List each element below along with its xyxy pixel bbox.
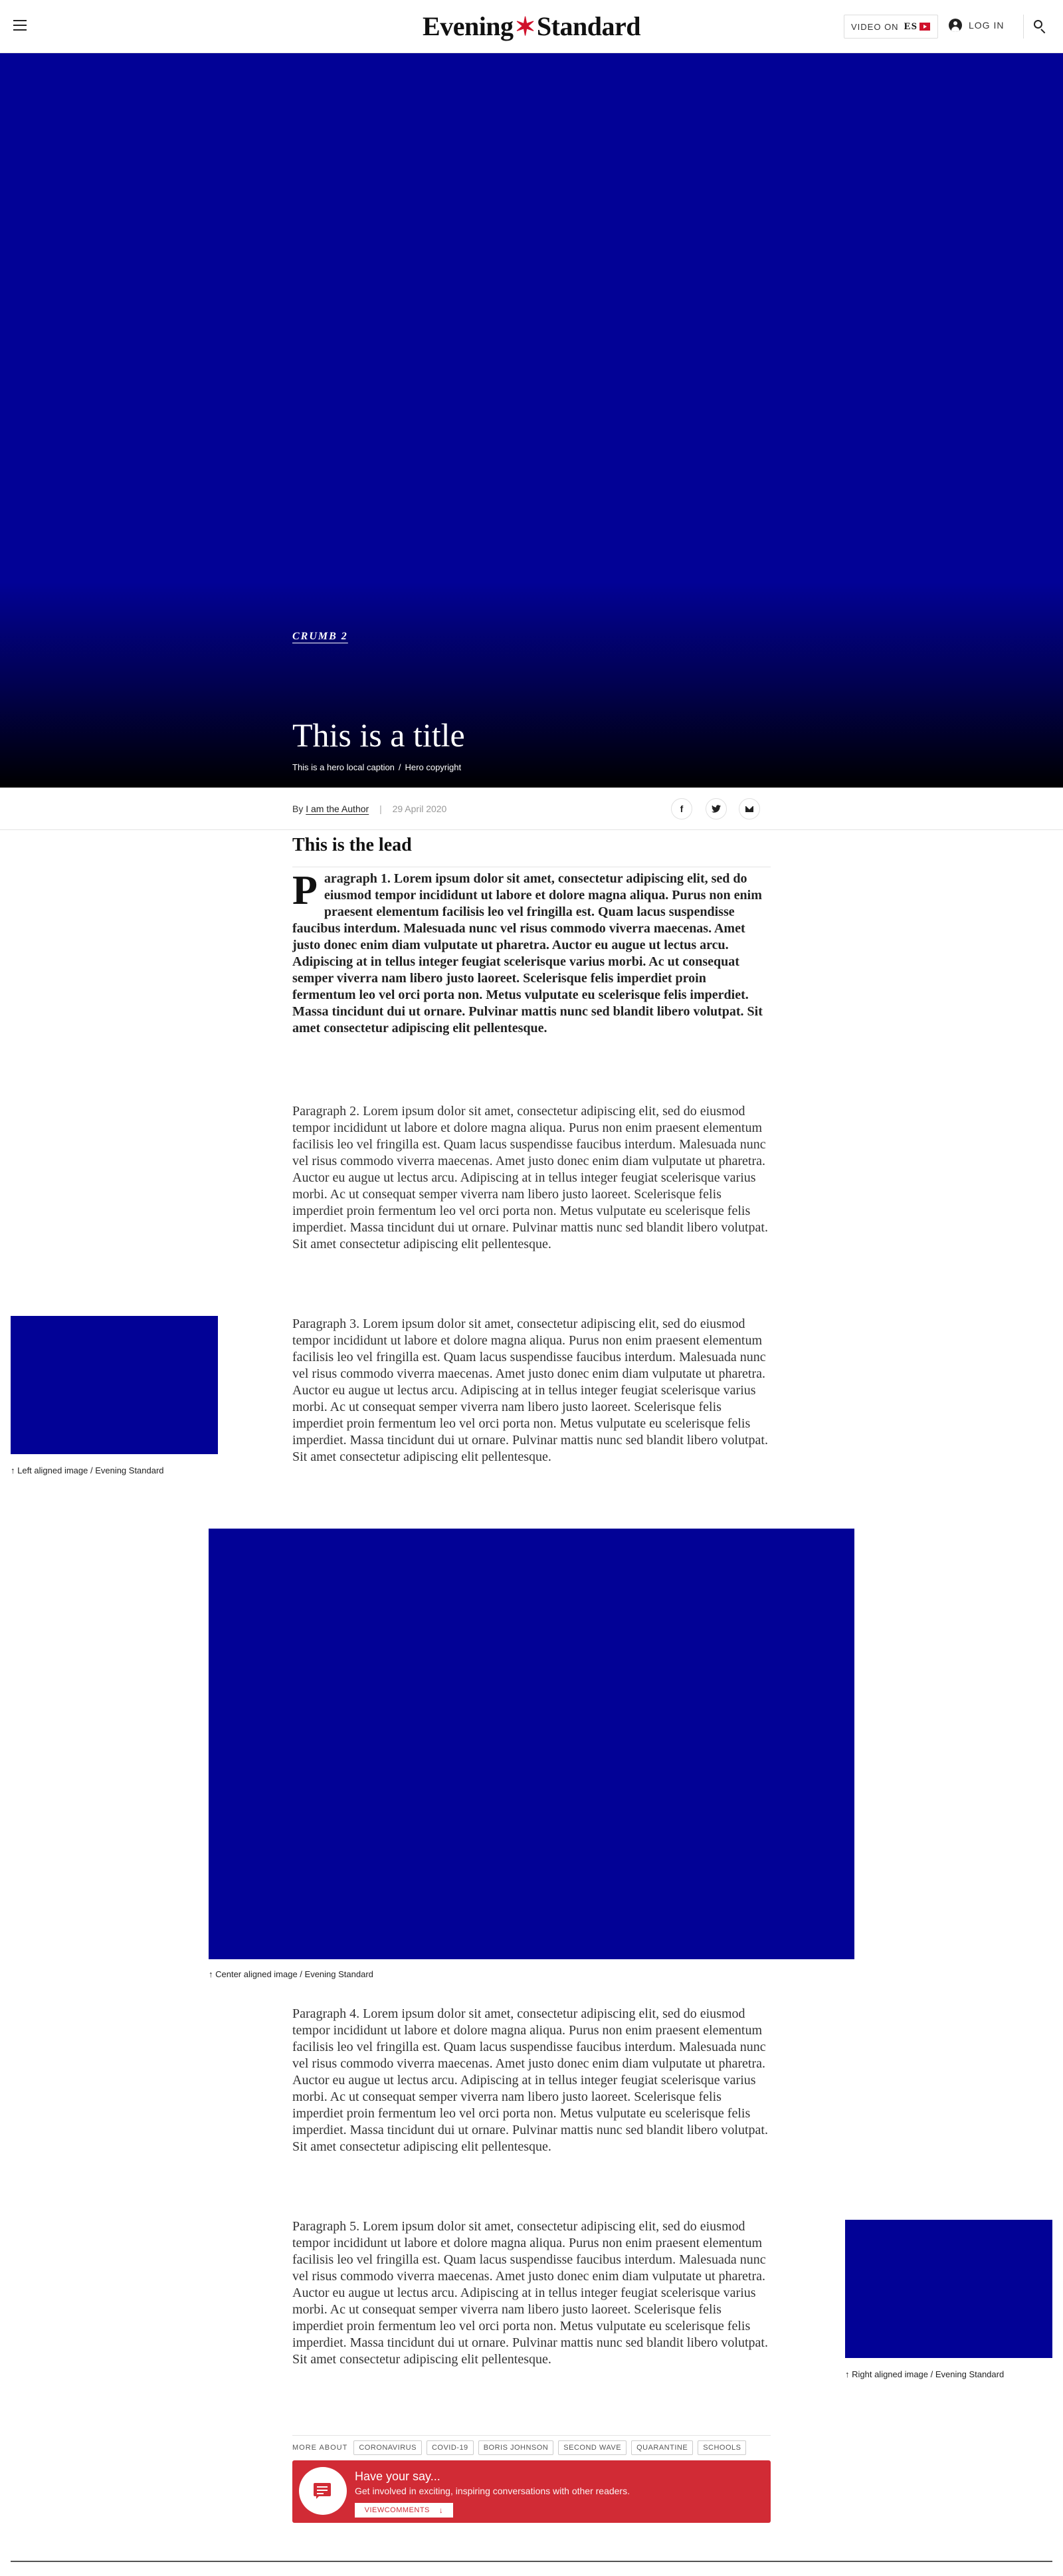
- paragraph-2: Paragraph 2. Lorem ipsum dolor sit amet,…: [292, 1104, 768, 1251]
- tag-covid-19[interactable]: COVID-19: [426, 2440, 474, 2455]
- es-brand: ES: [904, 21, 918, 32]
- paragraph-5: Paragraph 5. Lorem ipsum dolor sit amet,…: [292, 2219, 768, 2367]
- hamburger-menu-icon[interactable]: [13, 20, 29, 33]
- left-aligned-image: [11, 1316, 218, 1454]
- facebook-share-button[interactable]: f: [671, 798, 692, 819]
- breadcrumb-link[interactable]: CRUMB 2: [292, 631, 348, 643]
- more-about-tags: MORE ABOUT CORONAVIRUS COVID-19 BORIS JO…: [292, 2435, 771, 2459]
- site-header: Evening✶Standard VIDEO ON ES LOG IN: [0, 0, 1063, 53]
- twitter-icon: [712, 805, 721, 813]
- hero-caption-text: This is a hero local caption: [292, 762, 395, 772]
- comments-subtitle: Get involved in exciting, inspiring conv…: [355, 2486, 630, 2496]
- tag-boris-johnson[interactable]: BORIS JOHNSON: [478, 2440, 554, 2455]
- video-on-label: VIDEO ON: [851, 21, 899, 32]
- right-aligned-image: [845, 2220, 1052, 2358]
- paragraph-4: Paragraph 4. Lorem ipsum dolor sit amet,…: [292, 2006, 768, 2154]
- search-icon[interactable]: [1034, 20, 1048, 35]
- tag-schools[interactable]: SCHOOLS: [698, 2440, 747, 2455]
- dropcap: P: [292, 868, 318, 913]
- comments-icon: [299, 2467, 347, 2515]
- author-link[interactable]: I am the Author: [306, 804, 369, 814]
- byline: By I am the Author | 29 April 2020: [292, 804, 446, 814]
- article-title: This is a title: [292, 716, 465, 754]
- byline-divider: |: [379, 804, 382, 814]
- hero-caption: This is a hero local caption / Hero copyri…: [292, 762, 462, 772]
- publish-date: 29 April 2020: [392, 804, 447, 814]
- email-share-button[interactable]: [739, 798, 760, 819]
- user-icon: [949, 19, 962, 32]
- mail-icon: [745, 805, 753, 812]
- comments-title: Have your say...: [355, 2470, 440, 2483]
- hero-copyright: Hero copyright: [405, 762, 462, 772]
- byline-bar: By I am the Author | 29 April 2020 f: [0, 788, 1063, 830]
- tag-coronavirus[interactable]: CORONAVIRUS: [353, 2440, 422, 2455]
- right-image-caption: ↑ Right aligned image / Evening Standard: [845, 2369, 1005, 2379]
- hero-image: [0, 53, 1063, 788]
- more-about-label: MORE ABOUT: [292, 2443, 348, 2452]
- have-your-say-box: Have your say... Get involved in excitin…: [292, 2460, 771, 2523]
- center-image-caption: ↑ Center aligned image / Evening Standar…: [209, 1969, 373, 1979]
- video-on-es-button[interactable]: VIDEO ON ES: [844, 15, 938, 39]
- paragraph-1-text: aragraph 1. Lorem ipsum dolor sit amet, …: [292, 871, 763, 1035]
- article-lead: This is the lead: [292, 833, 771, 867]
- twitter-share-button[interactable]: [706, 798, 727, 819]
- arrow-down-icon: ↓: [438, 2506, 444, 2515]
- facebook-icon: f: [680, 804, 684, 814]
- footer-divider: [11, 2561, 1052, 2562]
- paragraph-1: Paragraph 1. Lorem ipsum dolor sit amet,…: [292, 868, 771, 1037]
- logo-star-icon: ✶: [514, 13, 536, 41]
- view-comments-label: VIEWCOMMENTS: [364, 2506, 430, 2514]
- play-icon: [919, 23, 930, 31]
- login-button[interactable]: LOG IN: [949, 19, 1004, 32]
- login-label: LOG IN: [969, 20, 1005, 31]
- logo-word-evening: Evening: [423, 11, 514, 41]
- tag-quarantine[interactable]: QUARANTINE: [631, 2440, 694, 2455]
- center-aligned-image: [209, 1529, 854, 1959]
- tag-second-wave[interactable]: SECOND WAVE: [558, 2440, 627, 2455]
- logo-word-standard: Standard: [536, 11, 641, 41]
- left-image-caption: ↑ Left aligned image / Evening Standard: [11, 1465, 164, 1475]
- paragraph-3: Paragraph 3. Lorem ipsum dolor sit amet,…: [292, 1317, 768, 1464]
- view-comments-button[interactable]: VIEWCOMMENTS ↓: [355, 2503, 453, 2518]
- byline-prefix: By: [292, 804, 304, 814]
- header-divider: [1023, 15, 1024, 39]
